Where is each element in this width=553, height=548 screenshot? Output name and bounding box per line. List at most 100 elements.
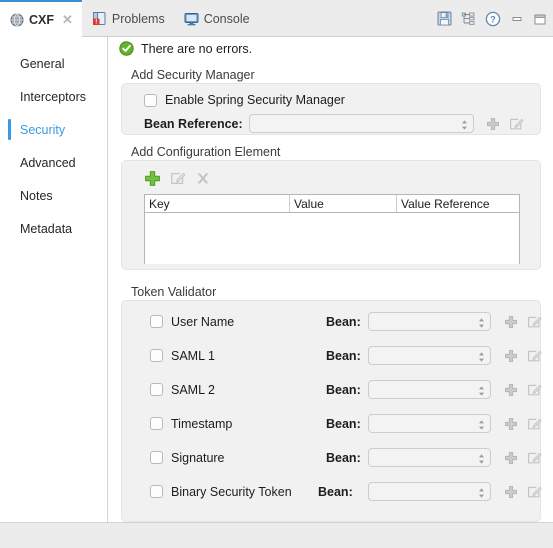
binary-security-token-bean-combo[interactable] — [368, 482, 491, 501]
bean-label: Bean: — [326, 348, 361, 363]
sidebar-item-label: Interceptors — [20, 89, 87, 104]
edit-icon[interactable] — [509, 117, 524, 131]
add-icon[interactable] — [504, 349, 518, 363]
bean-reference-label: Bean Reference: — [144, 116, 243, 131]
status-message: There are no errors. — [119, 41, 252, 56]
edit-icon[interactable] — [527, 315, 542, 329]
svg-text:!: ! — [95, 20, 97, 26]
configuration-element-group: Key Value Value Reference — [121, 160, 541, 270]
sidebar-item-label: Metadata — [20, 221, 73, 236]
sidebar-item-interceptors[interactable]: Interceptors — [0, 85, 107, 108]
maximize-icon[interactable] — [533, 12, 547, 26]
security-manager-group-title: Add Security Manager — [131, 68, 255, 82]
add-icon[interactable] — [504, 451, 518, 465]
token-validator-label: Timestamp — [171, 416, 233, 431]
saml-2-checkbox[interactable] — [150, 383, 163, 396]
editor-tab-bar: CXF ✕ ! Problems Console ? — [0, 0, 553, 37]
window-footer — [0, 522, 553, 548]
tab-cxf[interactable]: CXF ✕ — [0, 0, 82, 37]
table-column-value-reference[interactable]: Value Reference — [397, 195, 519, 212]
help-icon[interactable]: ? — [485, 11, 501, 27]
token-validator-label: SAML 1 — [171, 348, 216, 363]
binary-security-token-checkbox[interactable] — [150, 485, 163, 498]
close-icon[interactable]: ✕ — [62, 13, 73, 26]
status-message-text: There are no errors. — [141, 41, 253, 56]
configuration-element-group-title: Add Configuration Element — [131, 145, 281, 159]
sidebar-item-advanced[interactable]: Advanced — [0, 151, 107, 174]
add-icon[interactable] — [486, 117, 500, 131]
security-manager-group: Enable Spring Security Manager Bean Refe… — [121, 83, 541, 135]
token-validator-label: Signature — [171, 450, 225, 465]
minimize-icon[interactable] — [510, 12, 524, 26]
add-icon[interactable] — [144, 170, 161, 187]
table-header-row: Key Value Value Reference — [145, 195, 519, 213]
add-icon[interactable] — [504, 315, 518, 329]
tab-list: CXF ✕ ! Problems Console — [0, 0, 259, 37]
sidebar-item-security[interactable]: Security — [0, 118, 107, 141]
saml-1-bean-combo[interactable] — [368, 346, 491, 365]
bean-label: Bean: — [318, 484, 353, 499]
console-icon — [184, 12, 199, 26]
bean-label: Bean: — [326, 450, 361, 465]
sidebar-item-label: Advanced — [20, 155, 76, 170]
stepper-arrows-icon — [478, 350, 485, 362]
token-validator-row: Timestamp Bean: — [150, 414, 542, 433]
add-icon[interactable] — [504, 383, 518, 397]
add-icon[interactable] — [504, 417, 518, 431]
add-icon[interactable] — [504, 485, 518, 499]
bean-label: Bean: — [326, 416, 361, 431]
timestamp-checkbox[interactable] — [150, 417, 163, 430]
edit-icon — [170, 171, 186, 186]
sidebar-item-metadata[interactable]: Metadata — [0, 217, 107, 240]
token-validator-row: SAML 1 Bean: — [150, 346, 542, 365]
configuration-element-table[interactable]: Key Value Value Reference — [144, 194, 520, 264]
tab-console-label: Console — [203, 11, 250, 26]
hierarchy-icon[interactable] — [461, 11, 476, 26]
signature-bean-combo[interactable] — [368, 448, 491, 467]
delete-icon — [195, 171, 211, 186]
stepper-arrows-icon — [478, 384, 485, 396]
token-validator-group: User Name Bean: SAML 1 Bean: SAML 2 Bean… — [121, 300, 542, 522]
edit-icon[interactable] — [527, 417, 542, 431]
tab-problems-label: Problems — [111, 11, 165, 26]
bean-reference-row: Bean Reference: — [144, 114, 524, 133]
security-settings-panel: There are no errors. Add Security Manage… — [109, 37, 553, 522]
problems-icon: ! — [92, 11, 107, 26]
stepper-arrows-icon — [461, 118, 468, 130]
tab-console[interactable]: Console — [174, 0, 259, 37]
edit-icon[interactable] — [527, 451, 542, 465]
edit-icon[interactable] — [527, 383, 542, 397]
enable-spring-security-manager-row[interactable]: Enable Spring Security Manager — [144, 93, 345, 107]
user-name-checkbox[interactable] — [150, 315, 163, 328]
sidebar-item-general[interactable]: General — [0, 52, 107, 75]
cxf-editor-window: CXF ✕ ! Problems Console ? General Inter… — [0, 0, 553, 548]
globe-icon — [10, 13, 24, 27]
stepper-arrows-icon — [478, 452, 485, 464]
stepper-arrows-icon — [478, 418, 485, 430]
table-column-key[interactable]: Key — [145, 195, 290, 212]
success-check-icon — [119, 41, 134, 56]
saml-2-bean-combo[interactable] — [368, 380, 491, 399]
token-validator-row: Signature Bean: — [150, 448, 542, 467]
save-icon[interactable] — [437, 11, 452, 26]
window-toolbar: ? — [437, 0, 547, 37]
sidebar-item-notes[interactable]: Notes — [0, 184, 107, 207]
edit-icon[interactable] — [527, 349, 542, 363]
configuration-element-toolbar — [144, 170, 211, 187]
tab-cxf-label: CXF — [29, 12, 54, 27]
enable-spring-security-manager-checkbox[interactable] — [144, 93, 157, 107]
svg-text:?: ? — [490, 14, 496, 24]
enable-spring-security-manager-label: Enable Spring Security Manager — [165, 93, 345, 107]
user-name-bean-combo[interactable] — [368, 312, 491, 331]
saml-1-checkbox[interactable] — [150, 349, 163, 362]
token-validator-row: User Name Bean: — [150, 312, 542, 331]
token-validator-group-title: Token Validator — [131, 285, 217, 299]
edit-icon[interactable] — [527, 485, 542, 499]
settings-sidebar: General Interceptors Security Advanced N… — [0, 37, 108, 522]
timestamp-bean-combo[interactable] — [368, 414, 491, 433]
signature-checkbox[interactable] — [150, 451, 163, 464]
tab-problems[interactable]: ! Problems — [82, 0, 174, 37]
table-column-value[interactable]: Value — [290, 195, 397, 212]
bean-reference-combo[interactable] — [249, 114, 474, 133]
token-validator-label: User Name — [171, 314, 235, 329]
